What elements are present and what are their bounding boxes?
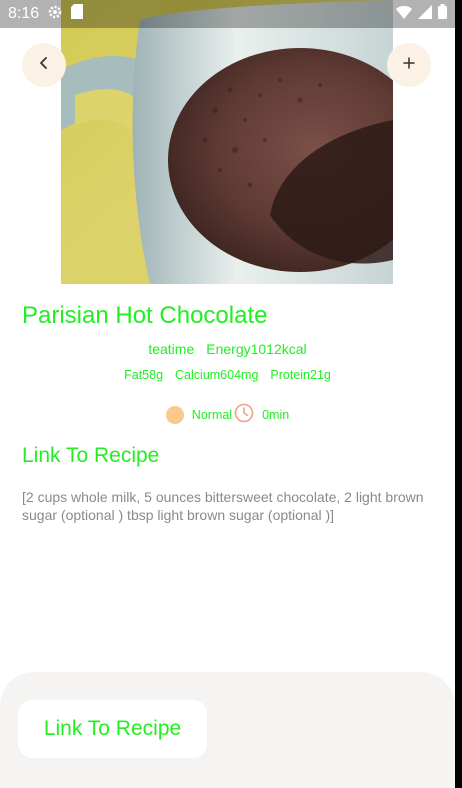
recipe-photo	[0, 0, 455, 284]
cook-time: 0min	[262, 407, 290, 422]
plus-icon	[402, 56, 416, 75]
signal-icon	[418, 4, 432, 24]
screen-edge	[455, 0, 462, 788]
meal-energy-row: teatime Energy1012kcal	[0, 341, 455, 357]
difficulty-time-row: Normal 0min	[0, 403, 455, 426]
link-to-recipe-button[interactable]: Link To Recipe	[18, 700, 207, 758]
recipe-title: Parisian Hot Chocolate	[22, 302, 268, 329]
clock-icon	[234, 403, 254, 426]
nutrition-row: Fat58g Calcium604mg Protein21g	[0, 368, 455, 382]
protein-value: Protein21g	[270, 368, 331, 382]
add-button[interactable]	[387, 43, 431, 87]
battery-icon	[438, 4, 447, 24]
calcium-value: Calcium604mg	[175, 368, 259, 382]
ingredients-text: [2 cups whole milk, 5 ounces bittersweet…	[22, 489, 424, 523]
chevron-left-icon	[37, 56, 51, 75]
status-time: 8:16	[8, 5, 40, 22]
meal-type: teatime	[148, 341, 195, 357]
status-bar: 8:16	[0, 0, 455, 28]
fat-value: Fat58g	[124, 368, 164, 382]
difficulty-label: Normal	[191, 407, 233, 422]
back-button[interactable]	[22, 43, 66, 87]
wifi-icon	[396, 5, 412, 24]
settings-gear-icon	[47, 4, 63, 25]
sd-card-icon	[71, 4, 84, 24]
recipe-detail-screen: 8:16 Parisian Hot Chocolate teatime Ener…	[0, 0, 455, 788]
link-to-recipe-heading: Link To Recipe	[22, 444, 160, 467]
energy-value: Energy1012kcal	[206, 341, 307, 357]
difficulty-dot-icon	[165, 405, 184, 424]
